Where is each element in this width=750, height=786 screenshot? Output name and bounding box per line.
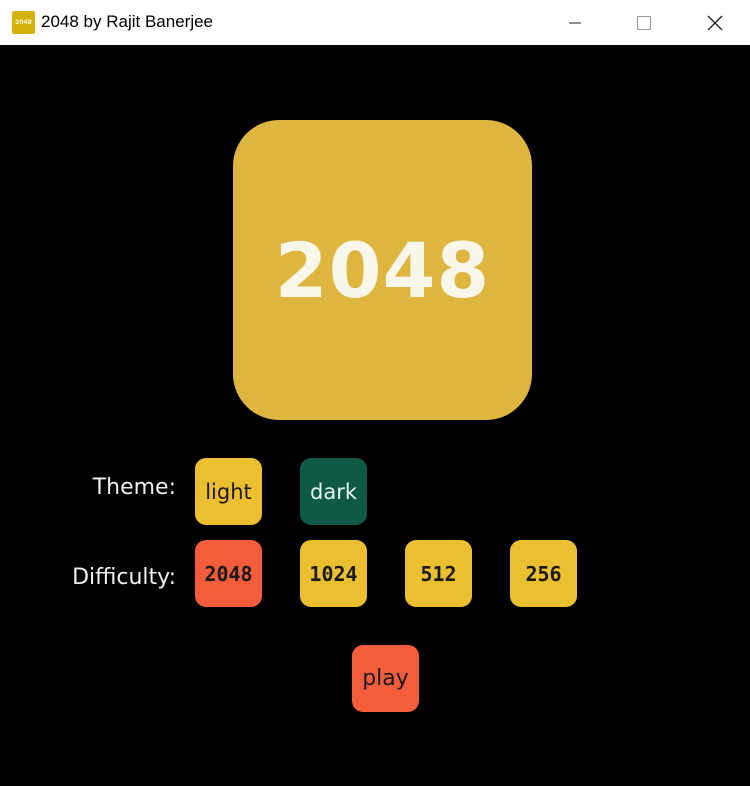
app-window: 2048 2048 by Rajit Banerjee 2048 Theme: …: [0, 0, 750, 786]
theme-dark-button[interactable]: dark: [300, 458, 367, 525]
maximize-icon: [637, 15, 651, 30]
theme-label: Theme:: [92, 475, 176, 500]
close-icon: [707, 15, 723, 30]
theme-light-button[interactable]: light: [195, 458, 262, 525]
title-bar: 2048 2048 by Rajit Banerjee: [0, 0, 750, 45]
minimize-icon: [569, 22, 581, 23]
game-menu: 2048 Theme: light dark Difficulty: 2048 …: [0, 45, 750, 786]
close-button[interactable]: [692, 0, 738, 45]
difficulty-label: Difficulty:: [72, 565, 176, 590]
difficulty-512-button[interactable]: 512: [405, 540, 472, 607]
app-icon-text: 2048: [15, 19, 32, 26]
logo-tile: 2048: [233, 120, 532, 420]
maximize-button[interactable]: [621, 0, 667, 45]
minimize-button[interactable]: [552, 0, 598, 45]
app-logo-icon: 2048: [12, 11, 35, 34]
window-title: 2048 by Rajit Banerjee: [41, 12, 214, 31]
difficulty-256-button[interactable]: 256: [510, 540, 577, 607]
play-button[interactable]: play: [352, 645, 419, 712]
difficulty-2048-button[interactable]: 2048: [195, 540, 262, 607]
difficulty-1024-button[interactable]: 1024: [300, 540, 367, 607]
